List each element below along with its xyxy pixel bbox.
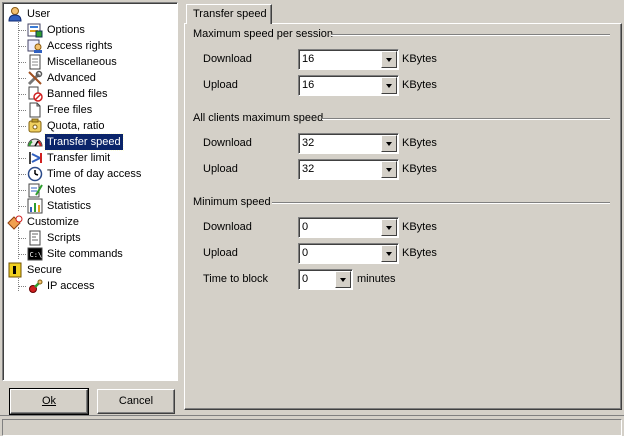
group-title-minimum: Minimum speed [193, 196, 271, 208]
all-clients-upload-unit: KBytes [402, 163, 437, 175]
ip-access-icon [29, 279, 43, 293]
all-clients-download-label: Download [203, 137, 252, 149]
all-clients-upload-combo[interactable]: 32 [298, 159, 399, 180]
quota-icon [28, 118, 42, 133]
session-upload-label: Upload [203, 79, 238, 91]
statistics-icon [27, 198, 43, 214]
document-icon [29, 54, 41, 70]
customize-icon [7, 215, 23, 230]
minimum-upload-combo[interactable]: 0 [298, 243, 399, 264]
tree-connector [18, 19, 19, 211]
chevron-down-icon[interactable] [381, 51, 397, 68]
chevron-down-icon[interactable] [381, 77, 397, 94]
minimum-download-combo[interactable]: 0 [298, 217, 399, 238]
user-icon [8, 7, 22, 22]
time-to-block-unit: minutes [357, 273, 396, 285]
minimum-upload-unit: KBytes [402, 247, 437, 259]
script-icon [29, 230, 41, 246]
status-bar [0, 415, 624, 436]
all-clients-download-combo[interactable]: 32 [298, 133, 399, 154]
notes-icon [28, 183, 43, 198]
session-upload-combo[interactable]: 16 [298, 75, 399, 96]
session-download-label: Download [203, 53, 252, 65]
cancel-button[interactable]: Cancel [97, 389, 175, 414]
secure-icon [8, 262, 22, 278]
svg-text:C:\: C:\ [30, 251, 43, 259]
minimum-download-label: Download [203, 221, 252, 233]
access-rights-icon [27, 39, 42, 53]
chevron-down-icon[interactable] [381, 161, 397, 178]
minimum-upload-label: Upload [203, 247, 238, 259]
status-panel [2, 419, 622, 436]
chevron-down-icon[interactable] [381, 135, 397, 152]
all-clients-upload-label: Upload [203, 163, 238, 175]
chevron-down-icon[interactable] [381, 245, 397, 262]
group-separator [322, 118, 610, 120]
tools-icon [27, 70, 43, 86]
all-clients-download-unit: KBytes [402, 137, 437, 149]
session-upload-unit: KBytes [402, 79, 437, 91]
time-to-block-label: Time to block [203, 273, 269, 285]
console-icon: C:\ [27, 247, 43, 261]
time-to-block-combo[interactable]: 0 [298, 269, 353, 290]
settings-tree[interactable]: User Options Access rights Miscellaneous [2, 2, 178, 381]
banned-file-icon [28, 86, 43, 102]
chevron-down-icon[interactable] [335, 271, 351, 288]
group-separator [272, 202, 610, 204]
clock-icon [27, 166, 43, 182]
options-icon [27, 23, 43, 38]
speedometer-icon [27, 138, 43, 147]
session-download-combo[interactable]: 16 [298, 49, 399, 70]
file-icon [29, 102, 41, 118]
session-download-unit: KBytes [402, 53, 437, 65]
group-separator [331, 34, 610, 36]
group-title-all-clients: All clients maximum speed [193, 112, 324, 124]
chevron-down-icon[interactable] [381, 219, 397, 236]
ok-button[interactable]: Ok [9, 388, 89, 415]
transfer-limit-icon [29, 152, 43, 164]
group-title-session: Maximum speed per session [193, 28, 334, 40]
tab-transfer-speed[interactable]: Transfer speed [186, 4, 272, 24]
minimum-download-unit: KBytes [402, 221, 437, 233]
